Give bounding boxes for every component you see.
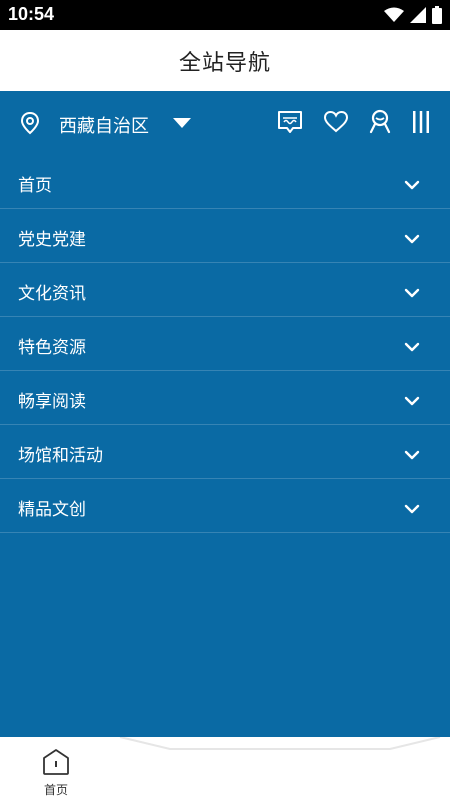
tab-home-label: 首页 <box>43 783 68 797</box>
page-title: 全站导航 <box>178 50 271 76</box>
nav-item-culture-news[interactable]: 文化资讯 <box>0 263 450 317</box>
status-bar: 10:54 <box>0 0 450 30</box>
nav-item-label: 畅享阅读 <box>18 392 86 412</box>
nav-item-reading[interactable]: 畅享阅读 <box>0 371 450 425</box>
location-bar: 西藏自治区 <box>0 91 450 155</box>
columns-menu-icon[interactable] <box>410 109 432 139</box>
status-icons <box>384 6 442 28</box>
nav-item-label: 党史党建 <box>18 230 86 250</box>
tibetan-chat-icon[interactable] <box>276 109 304 139</box>
tab-home[interactable]: 首页 <box>28 737 84 800</box>
nav-item-party-history[interactable]: 党史党建 <box>0 209 450 263</box>
nav-item-venues-activities[interactable]: 场馆和活动 <box>0 425 450 479</box>
user-icon[interactable] <box>367 109 393 139</box>
nav-item-label: 首页 <box>18 176 52 196</box>
signal-icon <box>410 7 426 27</box>
chevron-down-icon[interactable] <box>404 391 420 410</box>
bottom-tab-bar: 首页 <box>0 737 450 800</box>
nav-item-featured-resources[interactable]: 特色资源 <box>0 317 450 371</box>
region-selector[interactable]: 西藏自治区 <box>59 112 149 138</box>
chevron-down-icon[interactable] <box>404 283 420 302</box>
nav-item-label: 文化资讯 <box>18 284 86 304</box>
navigation-panel: 西藏自治区 首页 党史党建 文化资讯 特色资源 畅享阅读 场馆和活动 精品文创 <box>0 91 450 737</box>
chevron-down-icon[interactable] <box>404 175 420 194</box>
nav-item-label: 场馆和活动 <box>18 446 103 466</box>
chevron-down-icon[interactable] <box>404 337 420 356</box>
caret-down-icon[interactable] <box>173 118 191 128</box>
nav-item-label: 精品文创 <box>18 500 86 520</box>
nav-item-label: 特色资源 <box>18 338 86 358</box>
heart-icon[interactable] <box>323 109 349 139</box>
chevron-down-icon[interactable] <box>404 445 420 464</box>
location-pin-icon <box>20 111 40 139</box>
bottom-bar-wave-decoration <box>110 737 450 800</box>
chevron-down-icon[interactable] <box>404 499 420 518</box>
battery-icon <box>432 6 442 28</box>
nav-item-creative-products[interactable]: 精品文创 <box>0 479 450 533</box>
nav-item-home[interactable]: 首页 <box>0 155 450 209</box>
wifi-icon <box>384 7 404 27</box>
chevron-down-icon[interactable] <box>404 229 420 248</box>
home-icon <box>41 748 71 780</box>
nav-list: 首页 党史党建 文化资讯 特色资源 畅享阅读 场馆和活动 精品文创 <box>0 155 450 533</box>
title-bar: 全站导航 <box>0 30 450 91</box>
status-time: 10:54 <box>8 4 55 24</box>
